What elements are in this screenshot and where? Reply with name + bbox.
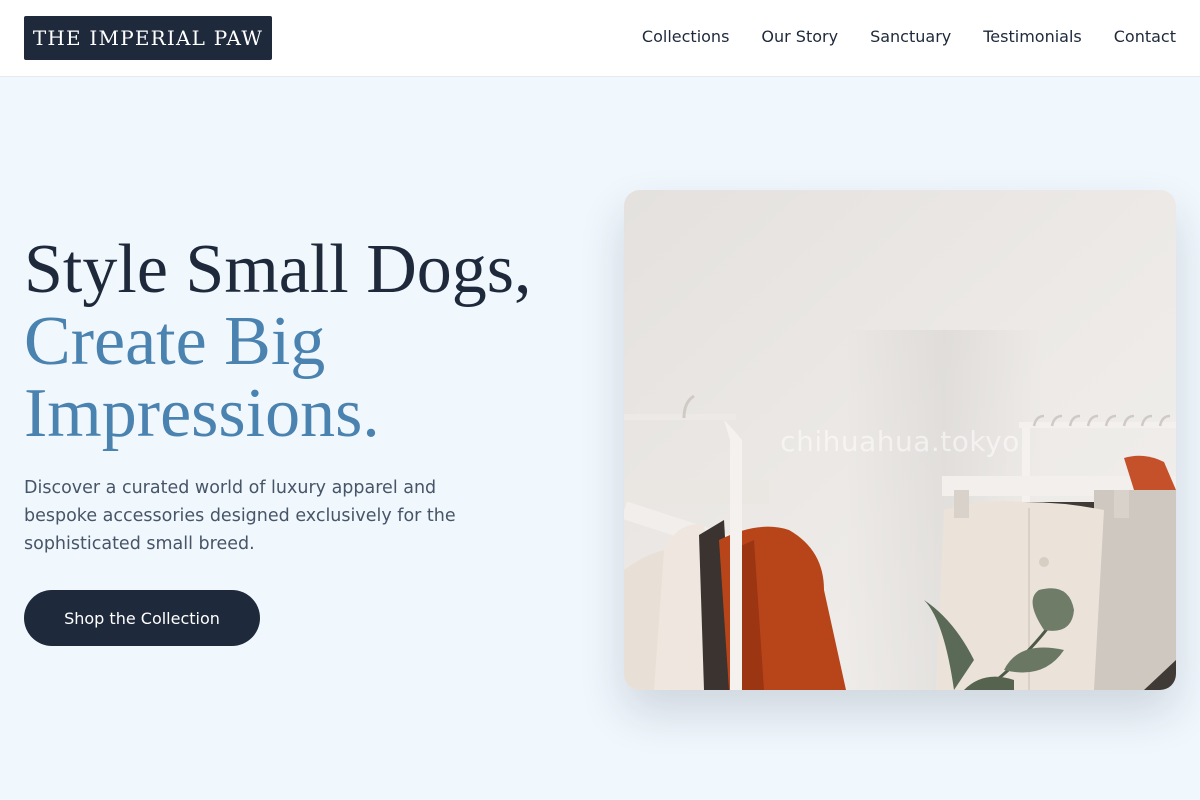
headline-line-2: Create Big Impressions. [24, 303, 380, 452]
nav-link-collections[interactable]: Collections [642, 26, 729, 48]
nav-link-our-story[interactable]: Our Story [761, 26, 838, 48]
shop-collection-button[interactable]: Shop the Collection [24, 590, 260, 646]
nav-link-testimonials[interactable]: Testimonials [983, 26, 1082, 48]
nav-link-sanctuary[interactable]: Sanctuary [870, 26, 951, 48]
hero-headline: Style Small Dogs, Create Big Impressions… [24, 234, 604, 450]
image-watermark: chihuahua.tokyo [780, 425, 1020, 458]
nav-link-contact[interactable]: Contact [1114, 26, 1176, 48]
brand-logo[interactable]: THE IMPERIAL PAW [24, 16, 272, 60]
hero-description: Discover a curated world of luxury appar… [24, 478, 456, 554]
site-header: THE IMPERIAL PAW Collections Our Story S… [0, 0, 1200, 77]
hero-image: chihuahua.tokyo [624, 190, 1176, 690]
main-nav: Collections Our Story Sanctuary Testimon… [642, 26, 1176, 48]
headline-line-1: Style Small Dogs, [24, 231, 532, 308]
